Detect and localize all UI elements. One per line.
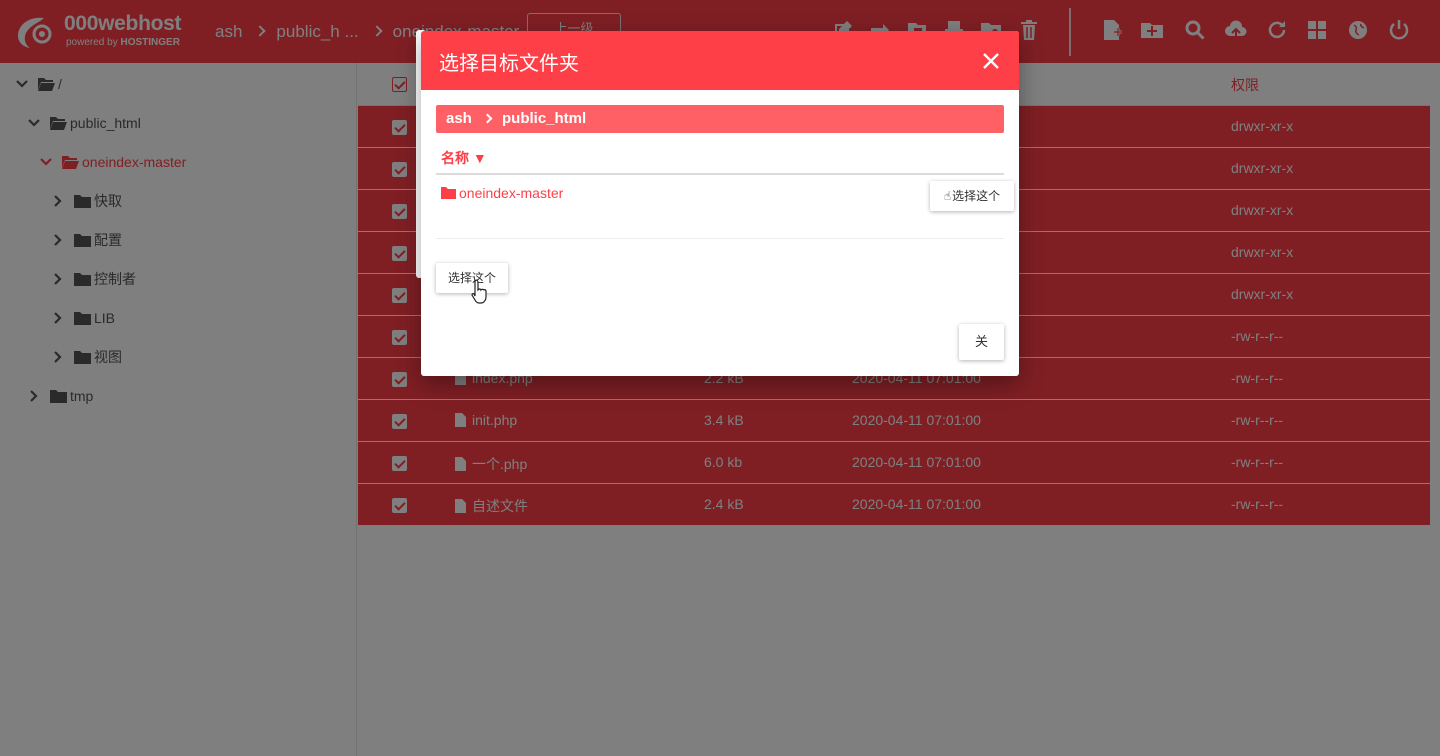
dialog-breadcrumb-item[interactable]: ash — [446, 110, 472, 127]
close-button[interactable]: 关 — [959, 324, 1004, 360]
close-icon[interactable] — [981, 51, 1001, 71]
dialog-folder-row[interactable]: oneindex-master ☝选择这个 — [436, 177, 1014, 239]
hand-cursor-icon — [471, 279, 487, 304]
select-target-folder-dialog: 选择目标文件夹 ash public_html 名称 ▼ oneindex-ma… — [421, 31, 1019, 376]
dialog-breadcrumb: ash public_html — [436, 105, 1004, 133]
dialog-breadcrumb-item[interactable]: public_html — [502, 110, 586, 127]
dialog-title: 选择目标文件夹 — [439, 53, 579, 75]
folder-icon — [441, 187, 456, 199]
chevron-right-icon — [482, 113, 493, 124]
dialog-header: 选择目标文件夹 — [421, 31, 1019, 90]
dialog-folder-name[interactable]: oneindex-master — [441, 185, 563, 201]
select-this-folder-button[interactable]: ☝选择这个 — [930, 181, 1014, 211]
column-header-name[interactable]: 名称 ▼ — [441, 148, 487, 168]
pointer-hand-icon: ☝ — [943, 189, 952, 203]
dialog-list-header: 名称 ▼ — [436, 145, 1004, 175]
